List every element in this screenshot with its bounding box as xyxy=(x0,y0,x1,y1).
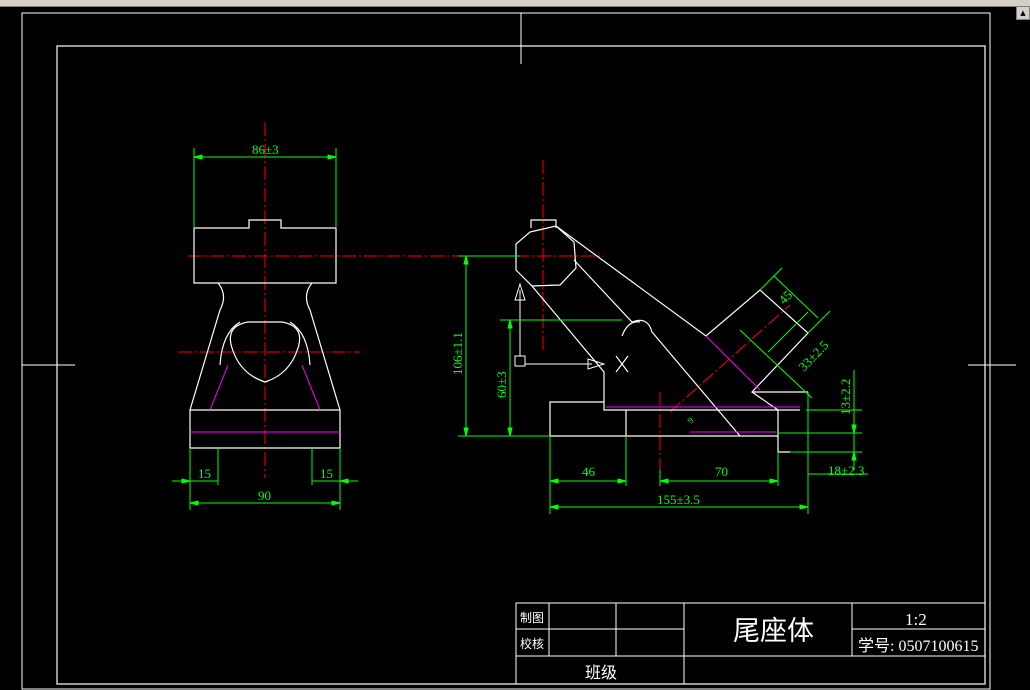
class-label: 班级 xyxy=(585,664,617,682)
dim-side-18: 18±2.3 xyxy=(828,463,864,478)
student-number: 学号: 0507100615 xyxy=(858,637,978,655)
centering-marks xyxy=(22,13,1016,366)
dim-side-13: 13±2.2 xyxy=(838,379,853,415)
drawn-by-label: 制图 xyxy=(520,611,544,625)
dim-side-45: 45 xyxy=(775,287,795,307)
part-name: 尾座体 xyxy=(733,616,814,646)
dim-front-right: 15 xyxy=(320,466,333,481)
dim-side-height-hole: 60±3 xyxy=(494,371,509,398)
outer-border xyxy=(21,12,991,690)
dim-front-left: 15 xyxy=(198,466,211,481)
dim-side-155: 155±3.5 xyxy=(657,492,700,507)
dim-front-width-bottom: 90 xyxy=(258,488,271,503)
checked-by-label: 校核 xyxy=(520,636,544,651)
dim-side-height-total: 106±1.1 xyxy=(450,332,465,375)
dim-front-width-top: 86±3 xyxy=(252,142,279,157)
front-view: 86±3 15 15 90 xyxy=(172,122,470,510)
side-view: 106±1.1 60±3 45 33±2.5 13±2.2 46 70 18±2… xyxy=(450,160,868,514)
scroll-up-icon[interactable]: ▲ xyxy=(1016,6,1030,20)
cad-canvas[interactable]: 86±3 15 15 90 106±1.1 60±3 45 33±2.5 13±… xyxy=(0,0,1016,690)
inner-border xyxy=(56,45,986,685)
vertical-scrollbar[interactable] xyxy=(1016,6,1030,690)
dim-side-70: 70 xyxy=(715,464,728,479)
dim-side-small: 9 xyxy=(685,415,696,426)
scale-value: 1:2 xyxy=(905,610,927,629)
dim-side-33: 33±2.5 xyxy=(795,337,831,374)
dim-side-46: 46 xyxy=(582,464,596,479)
